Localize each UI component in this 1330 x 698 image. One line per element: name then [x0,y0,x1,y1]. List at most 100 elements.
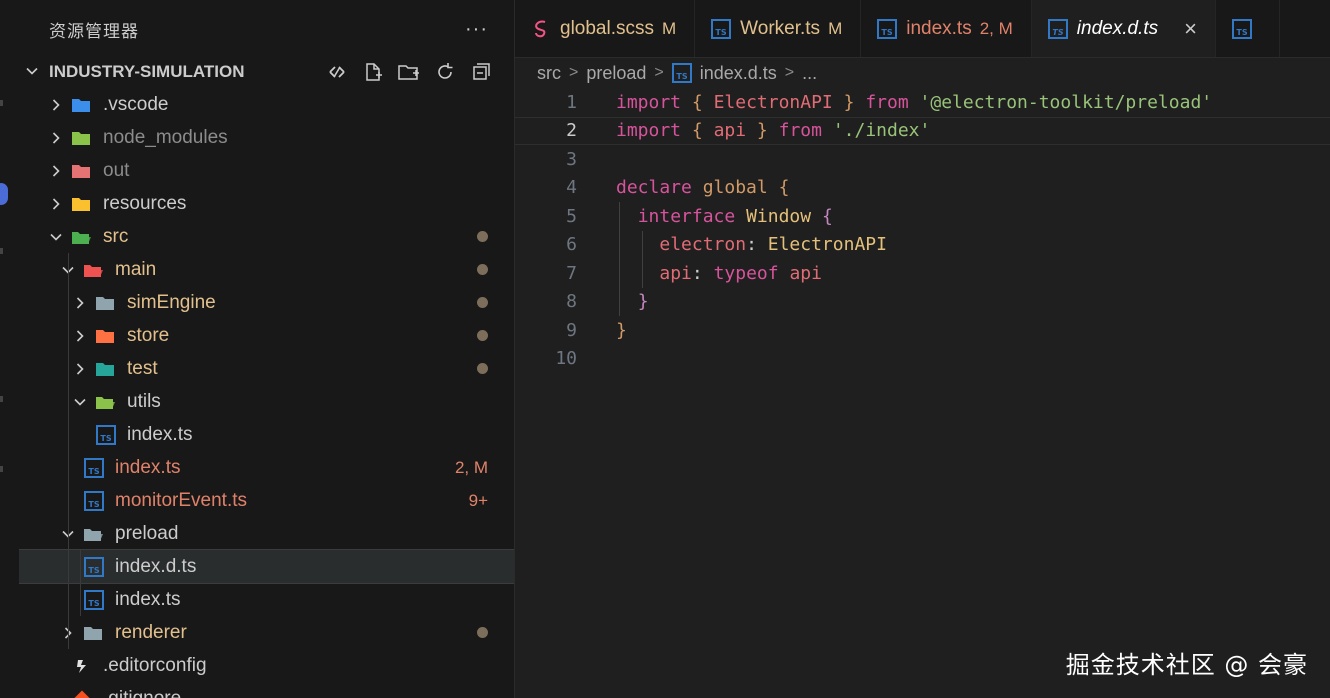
new-folder-icon[interactable] [396,59,422,85]
line-text: api: typeof api [616,263,822,284]
resources-folder-icon [71,193,93,215]
new-file-icon[interactable] [360,59,386,85]
line-number: 10 [555,348,577,370]
tree-file[interactable]: TS index.ts [19,418,514,451]
breadcrumb-item[interactable]: ... [802,63,817,84]
tree-folder[interactable]: .vscode [19,88,514,121]
code-line[interactable]: 10 [515,345,1330,374]
main-folder-icon [83,259,105,281]
editor-tab[interactable]: TS index.d.ts × [1031,0,1216,57]
code-line[interactable]: 5 interface Window { [515,202,1330,231]
chevron-right-icon[interactable] [47,131,65,145]
tree-file[interactable]: TS index.ts 2, M [19,451,514,484]
line-number: 8 [566,291,577,313]
typescript-file-icon: TS [83,589,105,611]
chevron-right-icon[interactable] [47,197,65,211]
code-token: import [616,120,682,142]
tree-item-label: simEngine [127,291,216,313]
tree-folder[interactable]: simEngine [19,286,514,319]
collapse-all-icon[interactable] [468,59,494,85]
code-token: './index' [832,120,931,142]
chevron-right-icon[interactable] [71,329,89,343]
tree-folder[interactable]: resources [19,187,514,220]
more-actions-icon[interactable]: ··· [465,18,488,41]
explorer-title: 资源管理器 [49,21,139,41]
tree-file[interactable]: TS index.d.ts [19,549,514,584]
chevron-down-icon[interactable] [47,230,65,244]
watermark: 掘金技术社区 @ 会豪 [1065,651,1308,679]
refresh-icon[interactable] [432,59,458,85]
close-icon[interactable]: × [1184,16,1197,42]
tab-label: Worker.ts [740,17,821,39]
svg-text:TS: TS [88,566,99,575]
tree-folder[interactable]: utils [19,385,514,418]
accounts-badge[interactable] [0,183,8,205]
code-token: } [616,319,627,341]
code-line[interactable]: 2 import { api } from './index' [515,116,1330,145]
line-number: 4 [566,177,577,199]
tree-item-label: .editorconfig [103,654,207,676]
chevron-down-icon[interactable] [71,395,89,409]
tree-file[interactable]: TS index.ts [19,583,514,616]
tree-folder[interactable]: node_modules [19,121,514,154]
code-line[interactable]: 1 import { ElectronAPI } from '@electron-… [515,88,1330,117]
chevron-right-icon[interactable] [47,164,65,178]
tree-file[interactable]: TS monitorEvent.ts 9+ [19,484,514,517]
tree-folder[interactable]: src [19,220,514,253]
editor-tab[interactable]: TS index.ts 2, M [861,0,1032,57]
code-token: : [746,234,768,256]
project-name: INDUSTRY-SIMULATION [49,62,245,81]
editor-tab[interactable]: TS Worker.ts M [695,0,862,57]
line-text: } [616,291,649,312]
tree-folder[interactable]: renderer [19,616,514,649]
utils-folder-icon [95,391,117,413]
code-line[interactable]: 8 } [515,288,1330,317]
code-line[interactable]: 7 api: typeof api [515,259,1330,288]
code-token: from [778,120,822,142]
chevron-right-icon[interactable] [71,296,89,310]
tree-file[interactable]: .gitignore [19,682,514,698]
breadcrumb-item[interactable]: preload [586,63,646,84]
code-line[interactable]: 4 declare global { [515,174,1330,203]
line-text: } [616,320,627,341]
code-token: ElectronAPI [767,234,887,256]
code-line[interactable]: 6 electron: ElectronAPI [515,231,1330,260]
activity-item[interactable] [0,248,3,254]
activity-item[interactable] [0,466,3,472]
tree-folder[interactable]: main [19,253,514,286]
editor-tab[interactable]: TS [1216,0,1280,57]
tree-folder[interactable]: test [19,352,514,385]
store-folder-icon [95,325,117,347]
tab-badge: 2, M [979,18,1013,38]
breadcrumb-item[interactable]: src [537,63,561,84]
code-token: } [637,291,649,313]
breadcrumb-item[interactable]: index.d.ts [700,63,777,84]
editor-tab[interactable]: global.scss M [515,0,696,57]
chevron-right-icon[interactable] [47,98,65,112]
tree-folder[interactable]: store [19,319,514,352]
tree-item-label: .gitignore [103,687,182,698]
project-section-header[interactable]: INDUSTRY-SIMULATION [19,58,514,86]
chevron-right-icon[interactable] [71,362,89,376]
chevron-down-icon[interactable] [25,64,45,81]
code-line[interactable]: 3 [515,145,1330,174]
typescript-file-icon: TS [671,63,692,83]
activity-item[interactable] [0,396,3,402]
tab-label: global.scss [560,17,654,39]
modified-dot [477,363,488,374]
tree-file[interactable]: .editorconfig [19,649,514,682]
collapse-toggle-icon[interactable] [324,59,350,85]
node-folder-icon [71,127,93,149]
code-line[interactable]: 9} [515,316,1330,345]
git-file-icon [71,688,93,698]
tree-folder[interactable]: preload [19,517,514,550]
activity-item[interactable] [0,100,3,106]
line-text: declare global { [616,177,789,198]
modified-dot [477,330,488,341]
folder-icon [83,622,105,644]
tree-folder[interactable]: out [19,154,514,187]
